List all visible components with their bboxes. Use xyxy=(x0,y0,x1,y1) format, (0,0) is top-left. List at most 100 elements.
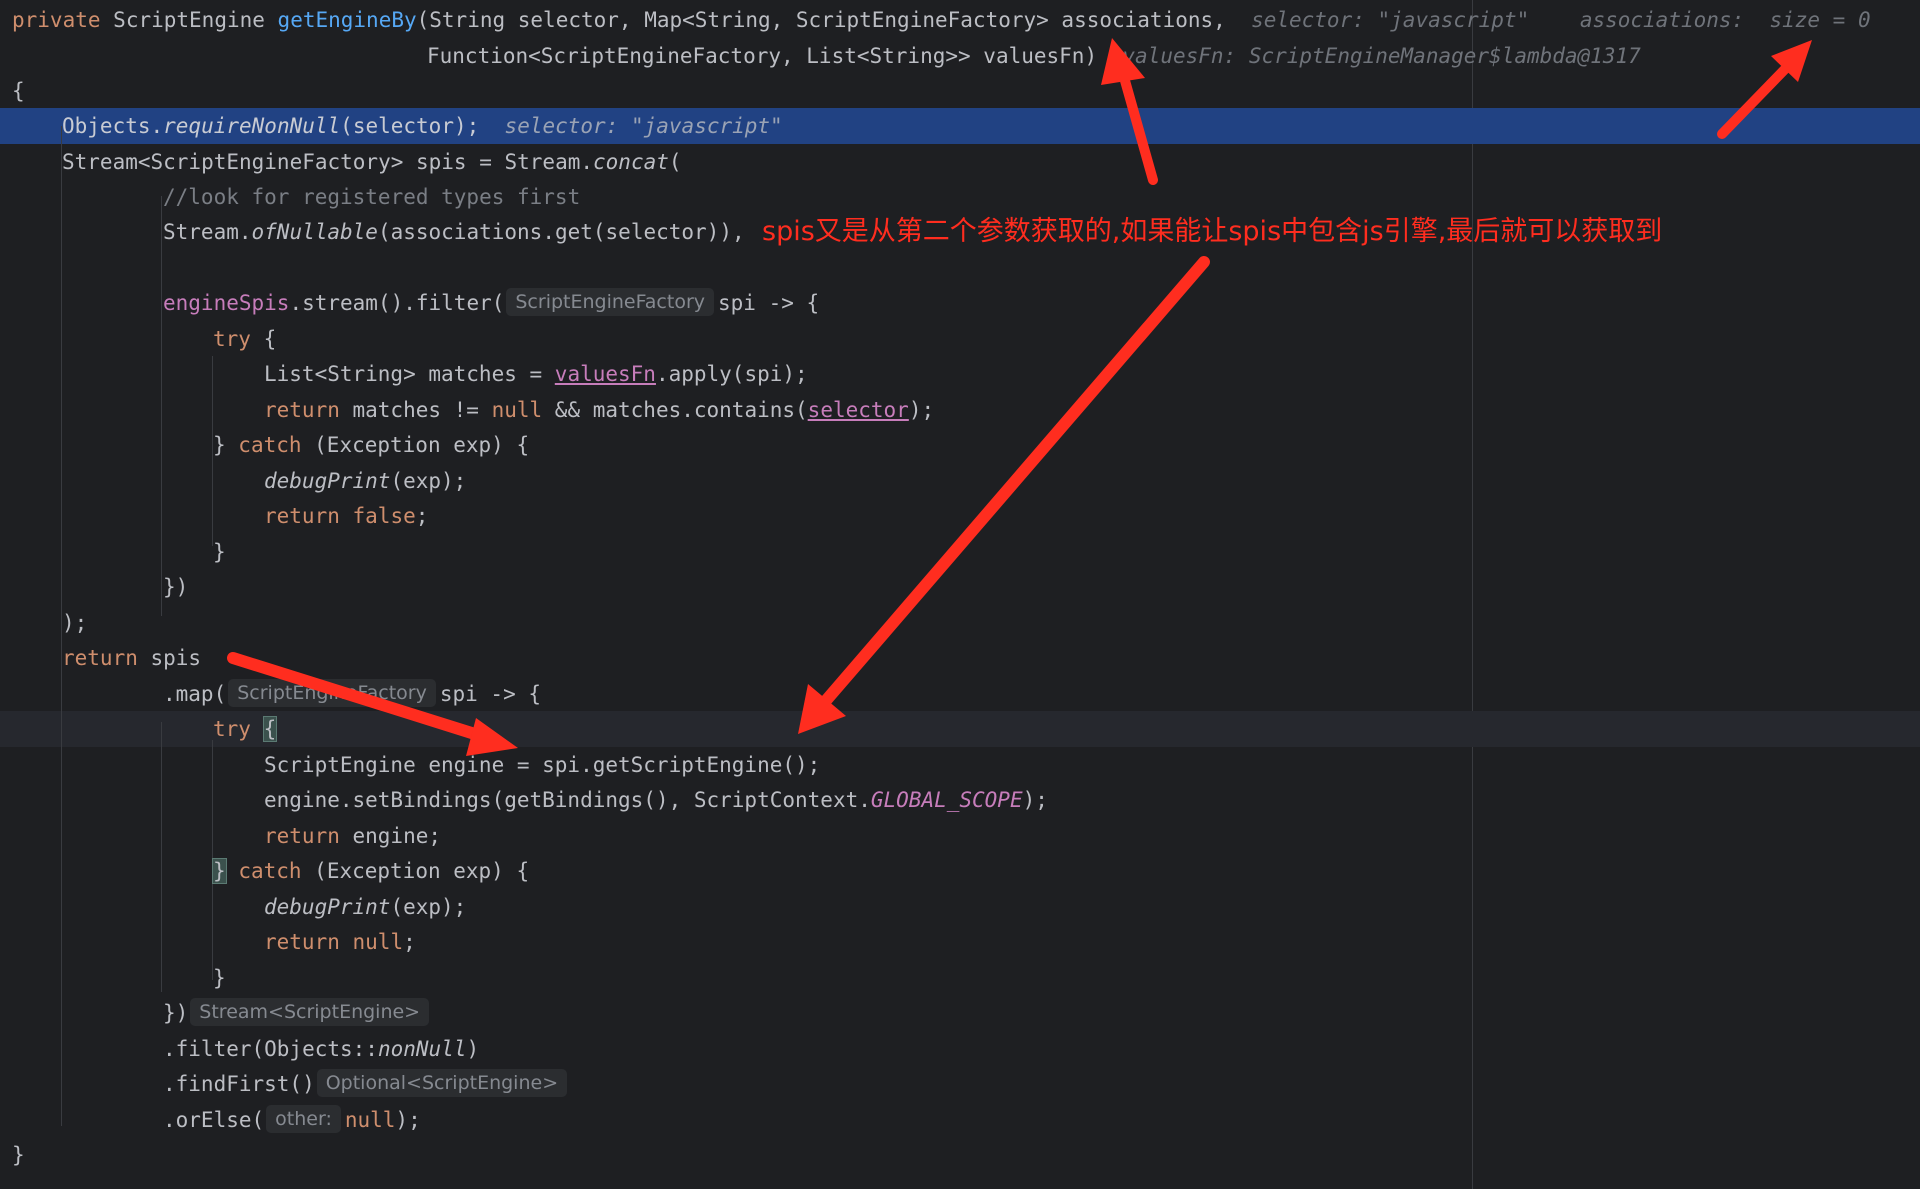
indent-guide xyxy=(161,196,162,616)
code-token: && matches.contains( xyxy=(542,398,808,422)
debug-hint-selector-inline: selector: "javascript" xyxy=(504,114,783,138)
keyword-try: try xyxy=(213,717,251,741)
code-line-17[interactable]: }) xyxy=(163,569,188,605)
code-line-25[interactable]: } catch (Exception exp) { xyxy=(212,853,529,889)
code-line-2[interactable]: Function<ScriptEngineFactory, List<Strin… xyxy=(427,38,1641,74)
code-token: (exp); xyxy=(390,895,467,919)
code-line-22[interactable]: ScriptEngine engine = spi.getScriptEngin… xyxy=(264,747,820,783)
code-line-6-comment[interactable]: //look for registered types first xyxy=(163,179,580,215)
code-token: (Exception exp) { xyxy=(301,433,530,457)
matched-brace: { xyxy=(262,716,278,742)
keyword-return: return xyxy=(264,930,340,954)
code-line-26[interactable]: debugPrint(exp); xyxy=(264,889,466,925)
code-token: (exp); xyxy=(390,469,467,493)
keyword-return: return xyxy=(62,646,138,670)
annotation-note: spis又是从第二个参数获取的,如果能让spis中包含js引擎,最后就可以获取到 xyxy=(762,216,1663,247)
keyword-null: null xyxy=(491,398,543,422)
code-line-16[interactable]: } xyxy=(213,534,226,570)
code-line-7[interactable]: Stream.ofNullable(associations.get(selec… xyxy=(163,214,745,250)
field-enginespis: engineSpis xyxy=(163,291,290,315)
code-token: .filter(Objects:: xyxy=(163,1037,378,1061)
code-token: (associations.get(selector)), xyxy=(377,220,745,244)
code-token: concat xyxy=(593,150,669,174)
code-token: Objects. xyxy=(62,114,164,138)
param-name-hint-chip: other: xyxy=(266,1105,341,1133)
code-line-32[interactable]: .orElse(other: null); xyxy=(163,1102,421,1138)
debug-hint-selector: selector: "javascript" xyxy=(1251,8,1530,32)
code-token: requireNonNull xyxy=(163,114,341,138)
code-line-9[interactable]: engineSpis.stream().filter(ScriptEngineF… xyxy=(163,285,819,321)
code-line-20[interactable]: .map(ScriptEngineFactory spi -> { xyxy=(163,676,541,712)
keyword-return: return xyxy=(264,824,340,848)
code-line-14[interactable]: debugPrint(exp); xyxy=(264,463,466,499)
code-token: }) xyxy=(163,575,189,599)
code-token: spi -> { xyxy=(718,291,820,315)
debug-hint-valuesfn[interactable]: valuesFn: ScriptEngineManager$lambda@131… xyxy=(1122,44,1640,68)
code-token: nonNull xyxy=(377,1037,467,1061)
code-token: .stream().filter( xyxy=(289,291,505,315)
method-name[interactable]: getEngineBy xyxy=(278,8,417,32)
code-editor[interactable]: private ScriptEngine getEngineBy(String … xyxy=(0,0,1920,1189)
code-token: .orElse( xyxy=(163,1108,265,1132)
code-token: }) xyxy=(163,1001,189,1025)
captured-var-selector: selector xyxy=(807,398,909,422)
keyword-false: false xyxy=(352,504,416,528)
keyword-private: private xyxy=(12,8,101,32)
code-token: { xyxy=(250,327,277,351)
code-line-5[interactable]: Stream<ScriptEngineFactory> spis = Strea… xyxy=(62,144,682,180)
code-token: .apply(spi); xyxy=(655,362,808,386)
code-token: } xyxy=(213,433,239,457)
code-line-24[interactable]: return engine; xyxy=(264,818,441,854)
code-line-31[interactable]: .findFirst() Optional<ScriptEngine> xyxy=(163,1066,571,1102)
code-token: debugPrint xyxy=(264,895,391,919)
keyword-null: null xyxy=(344,1108,396,1132)
code-token: spis xyxy=(137,646,202,670)
code-token: ( xyxy=(668,150,682,174)
keyword-null: null xyxy=(352,930,404,954)
constant-global-scope: GLOBAL_SCOPE xyxy=(870,788,1023,812)
code-line-29[interactable]: }) Stream<ScriptEngine> xyxy=(163,995,433,1031)
code-token: (selector); xyxy=(340,114,480,138)
code-token: ); xyxy=(62,611,88,635)
code-line-18[interactable]: ); xyxy=(62,605,87,641)
code-line-15[interactable]: return false; xyxy=(264,498,428,534)
code-line-30[interactable]: .filter(Objects::nonNull) xyxy=(163,1031,479,1067)
code-line-4[interactable]: Objects.requireNonNull(selector); select… xyxy=(62,108,783,144)
code-token: engine; xyxy=(339,824,442,848)
open-brace: { xyxy=(12,79,25,103)
code-line-13[interactable]: } catch (Exception exp) { xyxy=(213,427,529,463)
code-line-3[interactable]: { xyxy=(12,73,25,109)
code-token: ofNullable xyxy=(251,220,378,244)
code-line-23[interactable]: engine.setBindings(getBindings(), Script… xyxy=(264,782,1048,818)
code-token: Stream. xyxy=(163,220,252,244)
type-hint-chip: Optional<ScriptEngine> xyxy=(316,1069,568,1097)
code-line-1[interactable]: private ScriptEngine getEngineBy(String … xyxy=(12,2,1871,38)
code-line-21[interactable]: try { xyxy=(213,711,278,747)
code-token: ScriptEngine engine = spi.getScriptEngin… xyxy=(264,753,821,777)
keyword-catch: catch xyxy=(238,859,302,883)
comment-text: //look for registered types first xyxy=(163,185,581,209)
code-token: engine.setBindings(getBindings(), Script… xyxy=(264,788,871,812)
type-hint-chip: ScriptEngineFactory xyxy=(228,679,436,707)
code-line-11[interactable]: List<String> matches = valuesFn.apply(sp… xyxy=(264,356,808,392)
code-token: .findFirst() xyxy=(163,1072,315,1096)
keyword-try: try xyxy=(213,327,251,351)
method-params-1: (String selector, Map<String, ScriptEngi… xyxy=(416,8,1226,32)
keyword-catch: catch xyxy=(238,433,302,457)
code-line-28[interactable]: } xyxy=(213,960,226,996)
matched-brace: } xyxy=(212,858,227,884)
debug-hint-associations[interactable]: associations: size = 0 xyxy=(1580,8,1871,32)
arrow-to-getscriptengine xyxy=(798,256,1210,734)
right-margin-guide xyxy=(1472,0,1473,1189)
code-token: ); xyxy=(908,398,935,422)
code-token: } xyxy=(12,1143,25,1167)
caret-line-highlight xyxy=(0,711,1920,747)
code-line-19[interactable]: return spis xyxy=(62,640,201,676)
code-line-33[interactable]: } xyxy=(12,1137,25,1173)
code-line-10[interactable]: try { xyxy=(213,321,276,357)
code-line-27[interactable]: return null; xyxy=(264,924,416,960)
keyword-return: return xyxy=(264,504,340,528)
code-line-12[interactable]: return matches != null && matches.contai… xyxy=(264,392,934,428)
code-token: debugPrint xyxy=(264,469,391,493)
code-token: .map( xyxy=(163,682,227,706)
